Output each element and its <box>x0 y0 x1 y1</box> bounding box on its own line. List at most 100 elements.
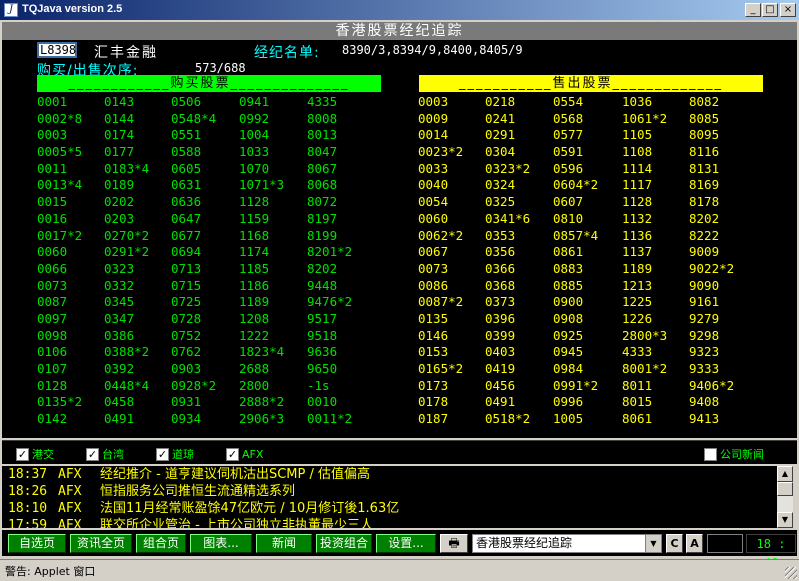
news-scrollbar[interactable]: ▲ ▼ <box>777 466 793 528</box>
sell-stock-cell: 0009 <box>418 110 449 126</box>
checkbox-company-news[interactable]: 公司新闻 <box>704 446 764 462</box>
buy-stock-cell: 0491 <box>104 411 135 427</box>
portfolio-page-button[interactable]: 组合页 <box>136 534 186 553</box>
checkbox-box[interactable]: ✓ <box>226 447 239 461</box>
buy-stock-cell: 0728 <box>171 310 202 326</box>
sell-stock-cell: 8061 <box>622 411 653 427</box>
stock-code-input[interactable]: L8398 <box>37 42 77 58</box>
panel-title: 香港股票经纪追踪 <box>2 22 797 40</box>
buy-stock-cell: 1159 <box>239 210 270 226</box>
buy-stock-cell: 8197 <box>307 210 338 226</box>
investment-portfolio-button[interactable]: 投资组合 <box>316 534 372 553</box>
maximize-button[interactable]: □ <box>762 3 778 17</box>
buy-stock-cell: 1222 <box>239 327 270 343</box>
sell-stock-cell: 1213 <box>622 277 653 293</box>
c-button[interactable]: C <box>666 534 683 553</box>
buy-stock-cell: 0011 <box>37 160 68 176</box>
printer-icon[interactable]: 🖶 <box>440 534 468 553</box>
buy-stock-cell: 0011*2 <box>307 411 353 427</box>
watchlist-button[interactable]: 自选页 <box>8 534 66 553</box>
chevron-down-icon[interactable]: ▼ <box>645 535 661 552</box>
checkbox-box[interactable]: ✓ <box>16 447 29 461</box>
resize-grip-icon[interactable] <box>785 567 797 579</box>
buy-stock-cell: 1185 <box>239 260 270 276</box>
news-headline: 经纪推介 - 道亨建议伺机沽出SCMP / 估值偏高 <box>100 467 370 482</box>
sell-stock-cell: 8011 <box>622 377 653 393</box>
news-button[interactable]: 新闻 <box>256 534 312 553</box>
buy-stock-cell: 9517 <box>307 310 338 326</box>
buy-stock-cell: 8047 <box>307 144 338 160</box>
sell-stock-cell: 0403 <box>485 344 516 360</box>
sell-stock-cell: 1105 <box>622 127 653 143</box>
buy-stock-cell: 0694 <box>171 244 202 260</box>
buy-stock-cell: 0605 <box>171 160 202 176</box>
checkbox-label: 道琼 <box>172 448 194 461</box>
sell-stock-cell: 8082 <box>689 94 720 109</box>
sell-stock-cell: 2800*3 <box>622 327 668 343</box>
page-select[interactable]: 香港股票经纪追踪 ▼ <box>472 534 662 553</box>
sell-stock-cell: 0324 <box>485 177 516 193</box>
sell-stock-cell: 0304 <box>485 144 516 160</box>
sell-stock-cell: 0568 <box>553 110 584 126</box>
sell-stock-cell: 0040 <box>418 177 449 193</box>
window-titlebar[interactable]: J TQJava version 2.5 _ □ × <box>0 0 799 20</box>
sell-stock-cell: 0325 <box>485 194 516 210</box>
checkbox-label: 台湾 <box>102 448 124 461</box>
checkbox-box[interactable]: ✓ <box>86 447 99 461</box>
sell-stock-cell: 9009 <box>689 244 720 260</box>
scroll-up-arrow-icon[interactable]: ▲ <box>777 466 793 482</box>
sell-stock-cell: 9090 <box>689 277 720 293</box>
clock-display: 18 : 46 <box>746 534 796 570</box>
checkbox-afx[interactable]: ✓ AFX <box>226 446 263 462</box>
a-button[interactable]: A <box>686 534 703 553</box>
sell-stock-cell: 1117 <box>622 177 653 193</box>
checkbox-box[interactable] <box>704 447 717 461</box>
buy-sell-order-value: 573/688 <box>195 61 246 75</box>
buy-stock-cell: 0725 <box>171 294 202 310</box>
buy-stock-cell: 0941 <box>239 94 270 109</box>
sell-stock-cell: 0341*6 <box>485 210 531 226</box>
info-fullpage-button[interactable]: 资讯全页 <box>70 534 132 553</box>
sell-stock-cell: 0373 <box>485 294 516 310</box>
sell-stock-cell: 1114 <box>622 160 653 176</box>
buy-stock-cell: 1033 <box>239 144 270 160</box>
sell-stock-cell: 0491 <box>485 394 516 410</box>
sell-stock-cell: 1137 <box>622 244 653 260</box>
sell-stock-cell: 0596 <box>553 160 584 176</box>
chart-button[interactable]: 图表... <box>190 534 252 553</box>
news-item[interactable]: 17:59 AFX 联交所企业管治 - 上市公司独立非执董最少三人 <box>2 517 777 528</box>
settings-button[interactable]: 设置... <box>376 534 436 553</box>
sell-stock-cell: 0883 <box>553 260 584 276</box>
window-title: TQJava version 2.5 <box>22 3 123 15</box>
buy-stock-cell: 1208 <box>239 310 270 326</box>
news-source: AFX <box>58 484 82 499</box>
news-item[interactable]: 18:10 AFX 法国11月经常账盈馀47亿欧元 / 10月修订後1.63亿 <box>2 500 777 517</box>
close-button[interactable]: × <box>780 3 796 17</box>
buy-stock-cell: 0588 <box>171 144 202 160</box>
sell-stock-cell: 9406*2 <box>689 377 735 393</box>
sell-stock-cell: 8131 <box>689 160 720 176</box>
buy-stock-cell: 0270*2 <box>104 227 150 243</box>
sell-stock-cell: 0607 <box>553 194 584 210</box>
buy-stock-cell: 0934 <box>171 411 202 427</box>
buy-stock-cell: 0005*5 <box>37 144 83 160</box>
sell-stock-cell: 9413 <box>689 411 720 427</box>
minimize-button[interactable]: _ <box>745 3 761 17</box>
news-item[interactable]: 18:37 AFX 经纪推介 - 道亨建议伺机沽出SCMP / 估值偏高 <box>2 466 777 483</box>
buy-stock-cell: 0189 <box>104 177 135 193</box>
news-list[interactable]: 18:37 AFX 经纪推介 - 道亨建议伺机沽出SCMP / 估值偏高 18:26 A… <box>2 466 777 528</box>
checkbox-hkex[interactable]: ✓ 港交 <box>16 446 54 462</box>
checkbox-label: 港交 <box>32 448 54 461</box>
news-item[interactable]: 18:26 AFX 恒指服务公司推恒生流通精选系列 <box>2 483 777 500</box>
checkbox-taiwan[interactable]: ✓ 台湾 <box>86 446 124 462</box>
buy-stock-cell: 0647 <box>171 210 202 226</box>
broker-list-value: 8390/3,8394/9,8400,8405/9 <box>342 43 523 57</box>
sell-stock-cell: 0908 <box>553 310 584 326</box>
sell-stock-cell: 0033 <box>418 160 449 176</box>
scroll-down-arrow-icon[interactable]: ▼ <box>777 512 793 528</box>
buy-stock-cell: 0752 <box>171 327 202 343</box>
checkbox-dowjones[interactable]: ✓ 道琼 <box>156 446 194 462</box>
checkbox-box[interactable]: ✓ <box>156 447 169 461</box>
scroll-thumb[interactable] <box>777 482 793 496</box>
buy-stock-cell: 1174 <box>239 244 270 260</box>
